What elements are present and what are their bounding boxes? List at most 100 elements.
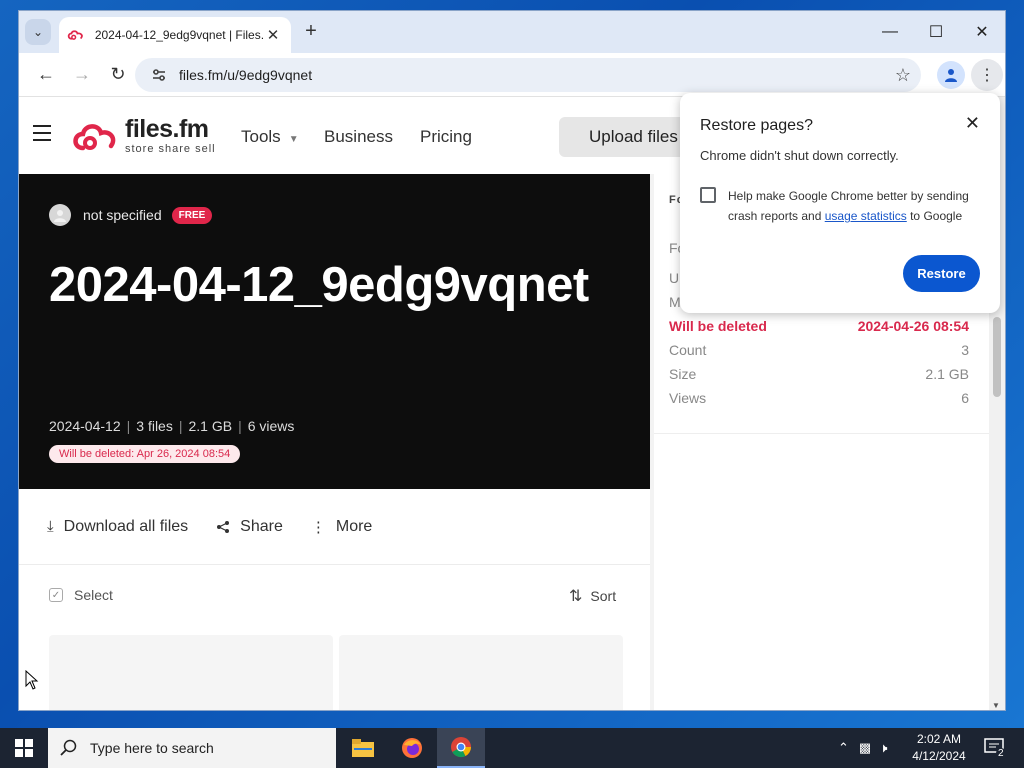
hamburger-menu-icon[interactable] — [33, 125, 51, 141]
desktop-icon[interactable] — [0, 140, 18, 162]
detail-row-views: Views 6 — [669, 390, 969, 406]
logo-name: files.fm — [125, 115, 209, 143]
forward-button[interactable]: → — [65, 58, 99, 92]
desktop-icon[interactable] — [0, 440, 18, 462]
avatar — [49, 204, 71, 226]
free-badge: FREE — [171, 206, 213, 224]
detail-label: M — [669, 294, 681, 310]
nav-business[interactable]: Business — [324, 127, 393, 147]
network-icon[interactable]: ▩ — [859, 740, 871, 756]
restore-pages-dialog: Restore pages? ✕ Chrome didn't shut down… — [680, 93, 1000, 313]
close-window-button[interactable]: ✕ — [959, 11, 1005, 53]
list-controls: ✓ Select ⇅ Sort — [19, 566, 650, 626]
download-icon: ⤓ — [47, 518, 54, 535]
tab-close-icon[interactable]: ✕ — [263, 26, 283, 44]
nav-pricing[interactable]: Pricing — [420, 127, 472, 147]
detail-label: Will be deleted — [669, 318, 767, 334]
scrollbar-thumb[interactable] — [993, 317, 1001, 397]
tab-strip: ⌄ 2024-04-12_9edg9vqnet | Files.fm ✕ + —… — [19, 11, 1005, 53]
folder-actions: ⤓ Download all files Share ⋮ More — [19, 489, 650, 565]
profile-button[interactable] — [937, 61, 965, 89]
windows-taskbar: Type here to search ⌃ ▩ 🕨 2:02 AM 4/12/2… — [0, 728, 1024, 768]
desktop-icon[interactable] — [0, 630, 18, 652]
address-bar[interactable]: files.fm/u/9edg9vqnet ☆ — [135, 58, 921, 92]
chrome-icon — [451, 737, 472, 758]
desktop-icon[interactable] — [0, 340, 18, 362]
detail-value: 2024-04-26 08:54 — [857, 318, 969, 334]
detail-label: Size — [669, 366, 697, 382]
deletion-notice-badge: Will be deleted: Apr 26, 2024 08:54 — [49, 445, 241, 463]
dialog-title: Restore pages? — [700, 117, 813, 134]
desktop-icon[interactable] — [0, 240, 18, 262]
nav-tools[interactable]: Tools ▼ — [241, 127, 299, 147]
person-icon — [945, 69, 957, 82]
meta-files: 3 files — [136, 418, 173, 434]
files-fm-favicon-icon — [67, 30, 83, 40]
file-card[interactable] — [49, 635, 333, 710]
maximize-button[interactable]: ☐ — [913, 11, 959, 53]
windows-logo-icon — [15, 739, 33, 757]
crash-report-text-after: to Google — [906, 209, 963, 223]
meta-separator: | — [238, 418, 242, 434]
detail-value: 2.1 GB — [925, 366, 969, 382]
scroll-down-arrow-icon[interactable]: ▼ — [992, 701, 1000, 710]
reload-button[interactable]: ↻ — [101, 58, 135, 92]
taskbar-search[interactable]: Type here to search — [48, 728, 336, 768]
files-fm-logo-icon — [73, 124, 116, 151]
window-controls: — ☐ ✕ — [867, 11, 1005, 53]
meta-separator: | — [126, 418, 131, 434]
sort-button[interactable]: ⇅ Sort — [569, 586, 616, 606]
share-label: Share — [240, 517, 283, 535]
detail-value: 6 — [961, 390, 969, 406]
url-text: files.fm/u/9edg9vqnet — [179, 67, 313, 83]
meta-date: 2024-04-12 — [49, 418, 121, 434]
taskbar-clock[interactable]: 2:02 AM 4/12/2024 — [906, 731, 972, 765]
new-tab-button[interactable]: + — [299, 20, 323, 44]
nav-tools-label: Tools — [241, 127, 281, 146]
volume-muted-icon[interactable]: 🕨 — [879, 740, 887, 756]
start-button[interactable] — [0, 728, 48, 768]
close-icon[interactable]: ✕ — [965, 113, 980, 134]
back-button[interactable]: ← — [29, 58, 63, 92]
folder-meta: 2024-04-12 | 3 files | 2.1 GB | 6 views — [49, 418, 294, 434]
sort-label: Sort — [590, 588, 617, 604]
upload-files-button[interactable]: Upload files — [559, 117, 699, 157]
tab-search-button[interactable]: ⌄ — [25, 19, 51, 45]
files-fm-logo[interactable]: files.fm store share sell — [71, 117, 216, 155]
tab-active[interactable]: 2024-04-12_9edg9vqnet | Files.fm ✕ — [59, 17, 291, 53]
minimize-button[interactable]: — — [867, 11, 913, 53]
more-vertical-icon: ⋮ — [310, 518, 326, 536]
detail-row-size: Size 2.1 GB — [669, 366, 969, 382]
site-info-icon[interactable] — [149, 65, 169, 85]
restore-button[interactable]: Restore — [903, 255, 980, 292]
share-icon — [217, 520, 230, 533]
clock-time: 2:02 AM — [916, 732, 962, 746]
user-avatar-icon — [54, 210, 66, 222]
caret-down-icon: ▼ — [288, 134, 299, 145]
search-placeholder: Type here to search — [90, 740, 214, 756]
file-explorer-taskbar-button[interactable] — [339, 728, 387, 768]
bookmark-star-icon[interactable]: ☆ — [895, 65, 911, 86]
desktop-icon[interactable] — [0, 540, 18, 562]
detail-value: 3 — [961, 342, 969, 358]
crash-report-checkbox[interactable] — [700, 187, 716, 203]
select-all-checkbox[interactable]: ✓ — [49, 588, 63, 602]
file-card[interactable] — [339, 635, 623, 710]
more-button[interactable]: ⋮ More — [311, 518, 372, 536]
chevron-down-icon: ⌄ — [32, 25, 44, 39]
folder-icon — [352, 739, 374, 757]
meta-views: 6 views — [247, 418, 295, 434]
folder-hero: not specified FREE 2024-04-12_9edg9vqnet… — [19, 174, 650, 489]
select-label[interactable]: Select — [74, 587, 113, 603]
firefox-taskbar-button[interactable] — [388, 728, 436, 768]
firefox-icon — [402, 738, 422, 758]
download-all-label: Download all files — [63, 517, 189, 535]
share-button[interactable]: Share — [216, 518, 283, 536]
download-all-button[interactable]: ⤓ Download all files — [47, 518, 188, 536]
owner-info: not specified FREE — [49, 204, 213, 226]
chrome-menu-button[interactable]: ⋮ — [971, 59, 1003, 91]
folder-title: 2024-04-12_9edg9vqnet — [49, 258, 589, 312]
chrome-taskbar-button[interactable] — [437, 728, 485, 768]
usage-statistics-link[interactable]: usage statistics — [825, 209, 907, 223]
chevron-up-icon[interactable]: ⌃ — [838, 740, 849, 756]
